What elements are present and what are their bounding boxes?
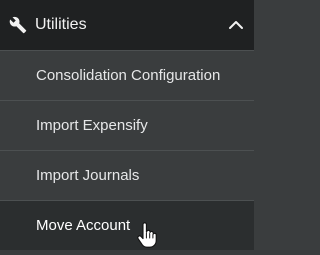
menu-item-label: Move Account xyxy=(36,217,131,234)
menu-item-import-expensify[interactable]: Import Expensify xyxy=(0,100,254,150)
utilities-menu: Utilities Consolidation Configuration Im… xyxy=(0,0,254,255)
pointer-hand-icon xyxy=(137,222,157,248)
menu-item-import-journals[interactable]: Import Journals xyxy=(0,150,254,200)
menu-item-consolidation-configuration[interactable]: Consolidation Configuration xyxy=(0,50,254,100)
section-title: Utilities xyxy=(35,16,87,33)
chevron-up-icon[interactable] xyxy=(228,17,244,33)
menu-item-label: Import Journals xyxy=(36,167,140,184)
menu-item-label: Import Expensify xyxy=(36,117,148,134)
menu-item-label: Consolidation Configuration xyxy=(36,67,221,84)
menu-item-move-account[interactable]: Move Account xyxy=(0,200,254,250)
utilities-section-header[interactable]: Utilities xyxy=(0,0,254,50)
wrench-icon xyxy=(9,16,27,34)
